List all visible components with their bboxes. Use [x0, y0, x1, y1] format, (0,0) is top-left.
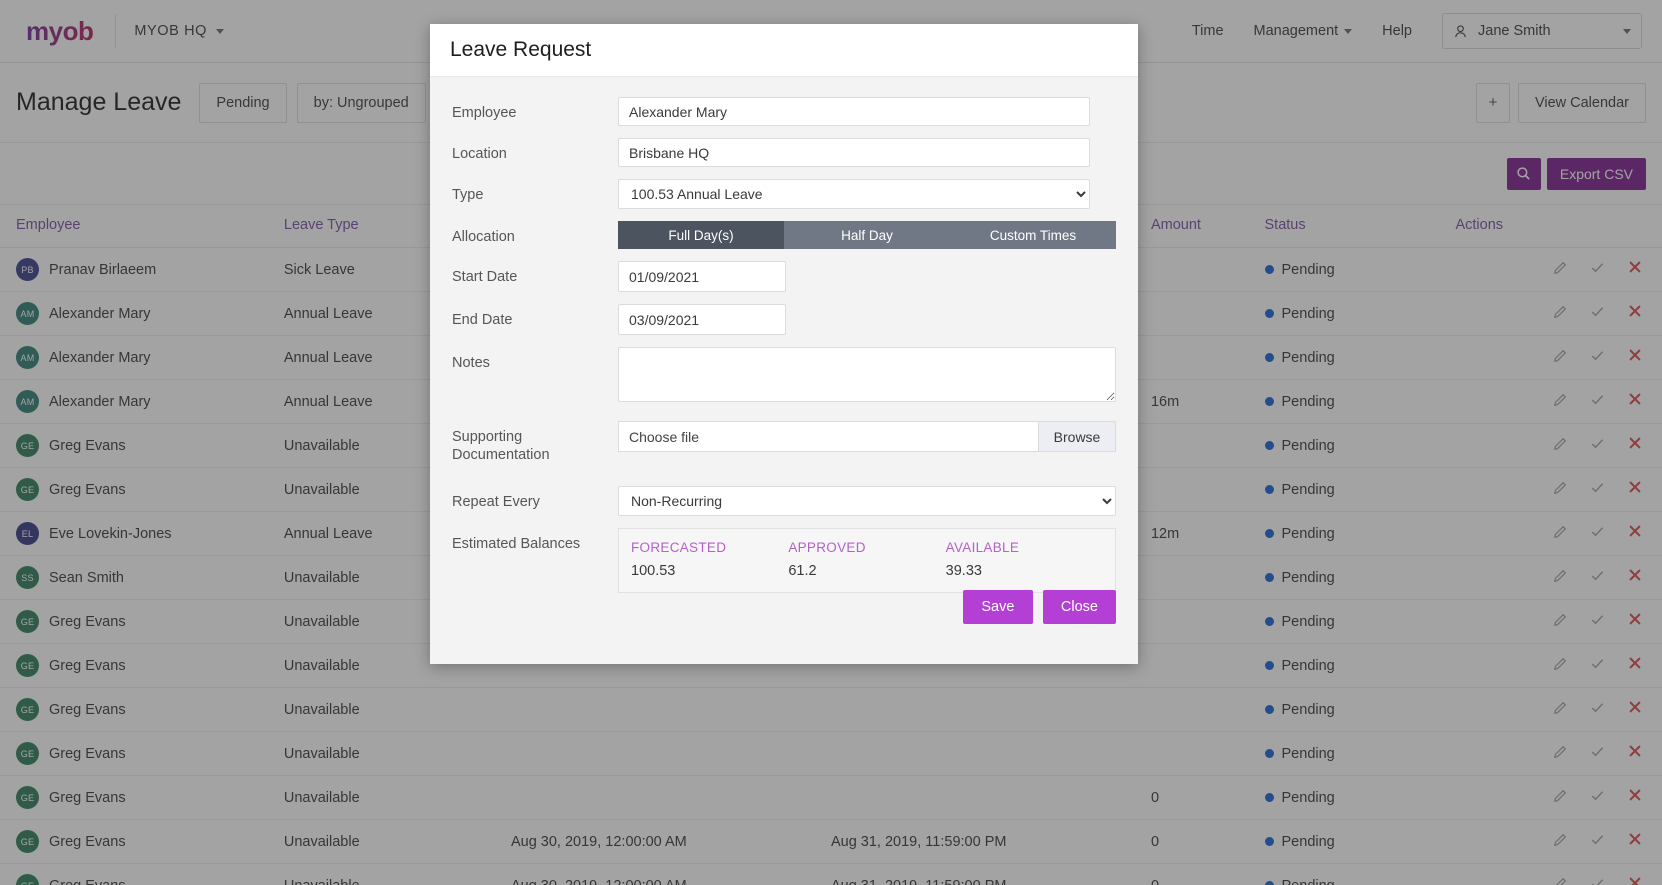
- location-input[interactable]: [618, 138, 1090, 167]
- type-label: Type: [452, 187, 484, 203]
- dialog-body: Employee Location Type 100.53 Annual Lea…: [430, 77, 1138, 594]
- leave-request-dialog: Leave Request Employee Location Type: [430, 24, 1138, 664]
- start-date-label: Start Date: [452, 269, 518, 285]
- balance-forecasted-label: FORECASTED: [631, 540, 727, 556]
- leave-type-select[interactable]: 100.53 Annual Leave: [618, 179, 1090, 209]
- end-date-input[interactable]: [618, 304, 786, 335]
- app-root: myob MYOB HQ Time Management Help Jane S…: [0, 0, 1662, 885]
- repeat-every-select[interactable]: Non-Recurring: [618, 486, 1116, 517]
- employee-input[interactable]: [618, 97, 1090, 126]
- end-date-label: End Date: [452, 312, 513, 328]
- save-button[interactable]: Save: [962, 590, 1033, 624]
- location-label: Location: [452, 146, 507, 162]
- notes-label: Notes: [452, 355, 490, 371]
- dialog-footer: Save Close: [430, 572, 1138, 664]
- repeat-every-label: Repeat Every: [452, 494, 540, 511]
- field-start-date: Start Date: [452, 261, 1118, 292]
- field-supporting-documentation: Supporting Documentation Choose file Bro…: [452, 421, 1118, 464]
- allocation-option-custom-times[interactable]: Custom Times: [950, 221, 1116, 249]
- file-picker: Choose file Browse: [618, 421, 1116, 452]
- balance-available-label: AVAILABLE: [945, 540, 1020, 556]
- notes-textarea[interactable]: [618, 347, 1116, 402]
- field-repeat-every: Repeat Every Non-Recurring: [452, 486, 1118, 517]
- field-location: Location: [452, 138, 1118, 167]
- chosen-file-label[interactable]: Choose file: [618, 421, 1038, 452]
- supporting-documentation-label: Supporting Documentation: [452, 429, 550, 464]
- employee-label: Employee: [452, 105, 517, 121]
- allocation-label: Allocation: [452, 229, 515, 245]
- allocation-segmented-control: Full Day(s) Half Day Custom Times: [618, 221, 1116, 249]
- close-button[interactable]: Close: [1042, 590, 1116, 624]
- allocation-option-full-day[interactable]: Full Day(s): [618, 221, 784, 249]
- balance-approved-label: APPROVED: [788, 540, 866, 556]
- field-end-date: End Date: [452, 304, 1118, 335]
- dialog-header: Leave Request: [430, 24, 1138, 77]
- dialog-title: Leave Request: [450, 38, 592, 61]
- field-employee: Employee: [452, 97, 1118, 126]
- browse-button[interactable]: Browse: [1038, 421, 1116, 452]
- allocation-option-half-day[interactable]: Half Day: [784, 221, 950, 249]
- field-allocation: Allocation Full Day(s) Half Day Custom T…: [452, 221, 1118, 249]
- field-notes: Notes: [452, 347, 1118, 407]
- field-type: Type 100.53 Annual Leave: [452, 179, 1118, 209]
- start-date-input[interactable]: [618, 261, 786, 292]
- estimated-balances-label: Estimated Balances: [452, 536, 581, 553]
- balances-header-row: FORECASTED APPROVED AVAILABLE: [631, 540, 1103, 555]
